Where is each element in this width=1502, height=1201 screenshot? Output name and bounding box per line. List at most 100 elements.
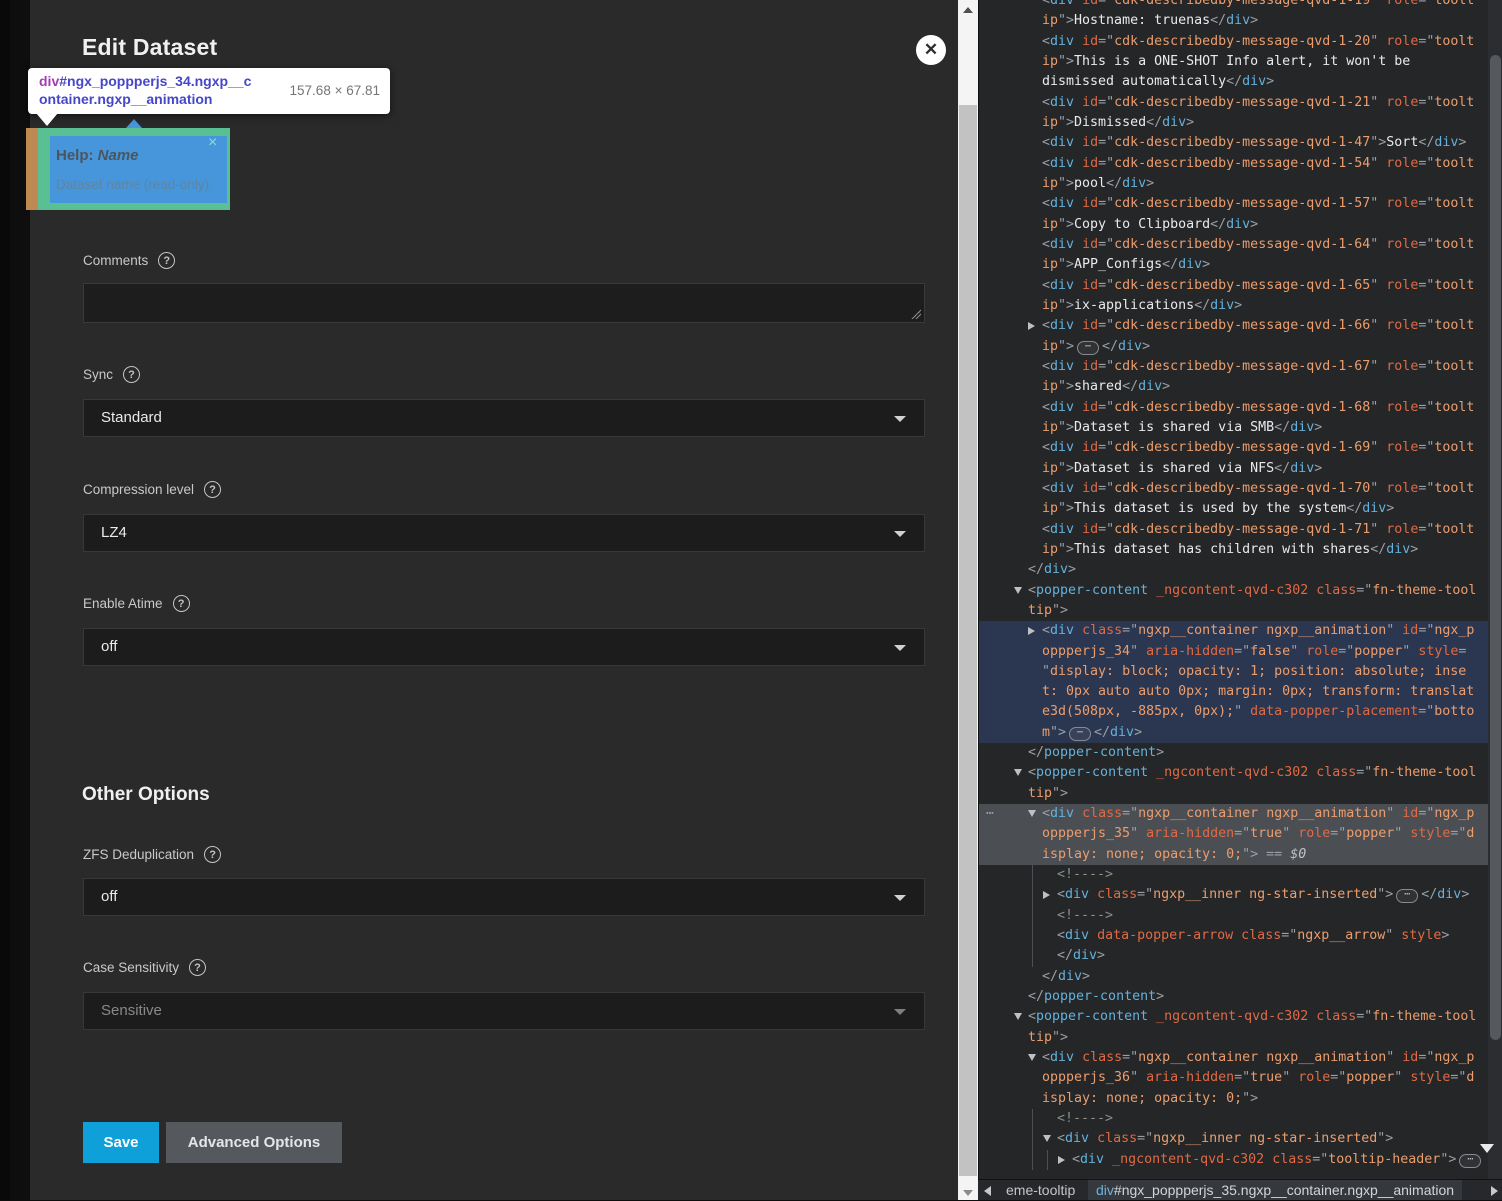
compression-select[interactable]: LZ4 (83, 514, 925, 552)
code-line[interactable]: ip">This is a ONE-SHOT Info alert, it wo… (979, 52, 1502, 72)
comments-input[interactable] (83, 283, 925, 323)
code-line[interactable]: tip"> (979, 601, 1502, 621)
page-scrollbar-thumb[interactable] (959, 105, 977, 1176)
devtools-scrollbar-thumb[interactable] (1490, 55, 1501, 1040)
tooltip-close-icon[interactable]: × (208, 136, 217, 150)
code-line[interactable]: <div class="ngxp__inner ng-star-inserted… (979, 885, 1502, 905)
code-line[interactable]: <div id="cdk-describedby-message-qvd-1-5… (979, 194, 1502, 214)
code-line[interactable]: ip">shared</div> (979, 377, 1502, 397)
scroll-up-button[interactable] (958, 0, 978, 17)
code-line[interactable]: <popper-content _ngcontent-qvd-c302 clas… (979, 1007, 1502, 1027)
dedup-select[interactable]: off (83, 878, 925, 916)
code-line[interactable]: <popper-content _ngcontent-qvd-c302 clas… (979, 581, 1502, 601)
code-line[interactable]: m">⋯</div> (979, 723, 1502, 743)
atime-select[interactable]: off (83, 628, 925, 666)
code-line[interactable]: ⋯<div class="ngxp__container ngxp__anima… (979, 804, 1502, 824)
expand-icon[interactable] (1028, 627, 1035, 635)
collapse-icon[interactable] (1043, 1135, 1051, 1142)
code-line[interactable]: <div id="cdk-describedby-message-qvd-1-6… (979, 357, 1502, 377)
code-line[interactable]: t: 0px auto auto 0px; margin: 0px; trans… (979, 682, 1502, 702)
code-line[interactable]: ip">Dataset is shared via NFS</div> (979, 459, 1502, 479)
sync-select[interactable]: Standard (83, 399, 925, 437)
help-icon[interactable]: ? (204, 481, 221, 498)
code-line[interactable]: <!----> (979, 865, 1502, 885)
code-line[interactable]: tip"> (979, 784, 1502, 804)
code-line[interactable]: <div id="cdk-describedby-message-qvd-1-6… (979, 398, 1502, 418)
help-icon[interactable]: ? (189, 959, 206, 976)
code-line[interactable]: <div class="ngxp__inner ng-star-inserted… (979, 1129, 1502, 1149)
ellipsis-expander[interactable]: ⋯ (1077, 341, 1099, 355)
page-scrollbar[interactable] (958, 0, 978, 1200)
ellipsis-expander[interactable]: ⋯ (1396, 889, 1418, 903)
expand-icon[interactable] (1058, 1156, 1065, 1164)
scroll-hint-icon[interactable] (1480, 1144, 1494, 1153)
help-icon[interactable]: ? (123, 366, 140, 383)
expand-icon[interactable] (1043, 891, 1050, 899)
code-line[interactable]: ip">ix-applications</div> (979, 296, 1502, 316)
resize-grip-icon[interactable] (911, 309, 921, 319)
code-line[interactable]: oppperjs_36" aria-hidden="true" role="po… (979, 1068, 1502, 1088)
code-line[interactable]: <div id="cdk-describedby-message-qvd-1-6… (979, 316, 1502, 336)
code-line[interactable]: <div id="cdk-describedby-message-qvd-1-2… (979, 32, 1502, 52)
code-line[interactable]: <div id="cdk-describedby-message-qvd-1-2… (979, 93, 1502, 113)
advanced-options-button[interactable]: Advanced Options (166, 1122, 342, 1163)
save-button[interactable]: Save (83, 1122, 159, 1163)
code-line[interactable]: "display: block; opacity: 1; position: a… (979, 662, 1502, 682)
code-line[interactable]: dismissed automatically</div> (979, 72, 1502, 92)
breadcrumb-item-parent[interactable]: eme-tooltip (1006, 1180, 1075, 1200)
code-line[interactable]: <div _ngcontent-qvd-c302 class="tooltip-… (979, 1150, 1502, 1170)
code-line[interactable]: ip">This dataset has children with share… (979, 540, 1502, 560)
code-line[interactable]: <div id="cdk-describedby-message-qvd-1-6… (979, 276, 1502, 296)
code-line[interactable]: ip">APP_Configs</div> (979, 255, 1502, 275)
expand-icon[interactable] (1028, 322, 1035, 330)
ellipsis-expander[interactable]: ⋯ (1069, 727, 1091, 741)
code-line[interactable]: tip"> (979, 1028, 1502, 1048)
help-icon[interactable]: ? (204, 846, 221, 863)
collapse-icon[interactable] (1014, 769, 1022, 776)
breadcrumb-item-current[interactable]: div#ngx_poppperjs_35.ngxp__container.ngx… (1088, 1180, 1462, 1200)
code-line[interactable]: </popper-content> (979, 743, 1502, 763)
code-line[interactable]: <div data-popper-arrow class="ngxp__arro… (979, 926, 1502, 946)
close-icon[interactable]: ✕ (916, 35, 946, 65)
code-line[interactable]: ip">Dismissed</div> (979, 113, 1502, 133)
code-line[interactable]: <div id="cdk-describedby-message-qvd-1-6… (979, 235, 1502, 255)
breadcrumb-right-icon[interactable] (1491, 1186, 1498, 1196)
code-line[interactable]: ip">This dataset is used by the system</… (979, 499, 1502, 519)
collapse-icon[interactable] (1014, 1013, 1022, 1020)
node-menu-icon[interactable]: ⋯ (986, 804, 993, 824)
code-line[interactable]: </popper-content> (979, 987, 1502, 1007)
code-line[interactable]: <div id="cdk-describedby-message-qvd-1-4… (979, 133, 1502, 153)
code-line[interactable]: <div id="cdk-describedby-message-qvd-1-7… (979, 520, 1502, 540)
code-line[interactable]: <div id="cdk-describedby-message-qvd-1-5… (979, 154, 1502, 174)
collapse-icon[interactable] (1028, 1054, 1036, 1061)
breadcrumb-left-icon[interactable] (984, 1186, 991, 1196)
code-line[interactable]: <!----> (979, 906, 1502, 926)
ellipsis-expander[interactable]: ⋯ (1459, 1154, 1481, 1168)
code-line[interactable]: isplay: none; opacity: 0;"> (979, 1089, 1502, 1109)
code-line[interactable]: </div> (979, 967, 1502, 987)
devtools-scrollbar[interactable] (1488, 0, 1502, 1179)
code-line[interactable]: ip">pool</div> (979, 174, 1502, 194)
code-line[interactable]: ip">⋯</div> (979, 337, 1502, 357)
code-line[interactable]: </div> (979, 946, 1502, 966)
code-line[interactable]: <div class="ngxp__container ngxp__animat… (979, 621, 1502, 641)
code-line[interactable]: <div id="cdk-describedby-message-qvd-1-6… (979, 438, 1502, 458)
code-line[interactable]: <!----> (979, 1109, 1502, 1129)
help-icon[interactable]: ? (158, 252, 175, 269)
code-line[interactable]: isplay: none; opacity: 0;"> == $0 (979, 845, 1502, 865)
collapse-icon[interactable] (1028, 810, 1036, 817)
help-icon[interactable]: ? (173, 595, 190, 612)
collapse-icon[interactable] (1014, 587, 1022, 594)
code-line[interactable]: ip">Dataset is shared via SMB</div> (979, 418, 1502, 438)
code-line[interactable]: </div> (979, 560, 1502, 580)
code-line[interactable]: <div id="cdk-describedby-message-qvd-1-7… (979, 479, 1502, 499)
code-line[interactable]: <div id="cdk-describedby-message-qvd-1-1… (979, 0, 1502, 11)
scroll-down-button[interactable] (958, 1183, 978, 1200)
code-line[interactable]: oppperjs_35" aria-hidden="true" role="po… (979, 824, 1502, 844)
code-line[interactable]: e3d(508px, -885px, 0px);" data-popper-pl… (979, 702, 1502, 722)
code-line[interactable]: ip">Hostname: truenas</div> (979, 11, 1502, 31)
code-line[interactable]: oppperjs_34" aria-hidden="false" role="p… (979, 642, 1502, 662)
code-line[interactable]: <div class="ngxp__container ngxp__animat… (979, 1048, 1502, 1068)
code-line[interactable]: ip">Copy to Clipboard</div> (979, 215, 1502, 235)
code-line[interactable]: <popper-content _ngcontent-qvd-c302 clas… (979, 763, 1502, 783)
